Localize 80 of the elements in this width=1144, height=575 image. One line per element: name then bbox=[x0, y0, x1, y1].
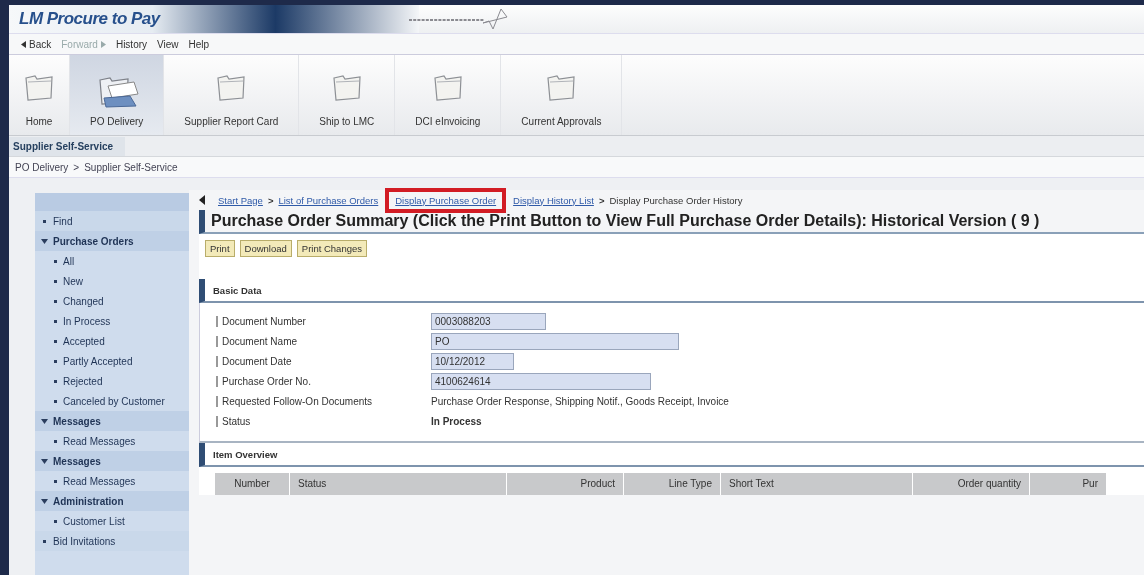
bullet-icon bbox=[53, 298, 58, 304]
section-header: Item Overview bbox=[199, 443, 1144, 467]
nav-tab[interactable]: Ship to LMC bbox=[299, 55, 396, 135]
field-value: Purchase Order Response, Shipping Notif., Goods Receipt, Invoice bbox=[431, 395, 729, 407]
menu-item[interactable]: History bbox=[115, 38, 148, 50]
folder-icon bbox=[545, 72, 578, 102]
expanded-triangle-icon bbox=[41, 458, 48, 464]
sidebar-subitem[interactable]: Customer List bbox=[35, 511, 189, 531]
action-button[interactable]: Download bbox=[239, 240, 292, 257]
input-field[interactable]: 0003088203 bbox=[431, 312, 546, 330]
crumb-separator: > bbox=[598, 194, 605, 206]
app-title: LM Procure to Pay bbox=[19, 9, 160, 29]
column-header[interactable]: Pur bbox=[1030, 473, 1107, 495]
bullet-icon bbox=[53, 518, 58, 524]
field-label: Requested Follow-On Documents bbox=[216, 395, 431, 407]
action-button[interactable]: Print bbox=[205, 240, 235, 257]
sidebar-subitem[interactable]: Accepted bbox=[35, 331, 189, 351]
path-link[interactable]: PO Delivery bbox=[15, 161, 69, 173]
column-header[interactable]: Order quantity bbox=[913, 473, 1030, 495]
sidebar-subitem[interactable]: Changed bbox=[35, 291, 189, 311]
sidebar-item[interactable]: Find bbox=[35, 211, 189, 231]
path-separator: > bbox=[73, 161, 80, 173]
sidebar-subitem[interactable]: Canceled by Customer bbox=[35, 391, 189, 411]
bullet-icon bbox=[53, 438, 58, 444]
column-header[interactable]: Status bbox=[290, 473, 507, 495]
breadcrumb-link[interactable]: Display History List bbox=[512, 192, 595, 208]
crumb-separator: > bbox=[267, 194, 274, 206]
input-field[interactable]: 10/12/2012 bbox=[431, 352, 514, 370]
menu-item[interactable]: Help bbox=[188, 38, 210, 50]
path-link[interactable]: Supplier Self-Service bbox=[84, 161, 178, 173]
expanded-triangle-icon bbox=[41, 418, 48, 424]
sidebar-subitem[interactable]: Rejected bbox=[35, 371, 189, 391]
sidebar-item[interactable]: Purchase Orders bbox=[35, 231, 189, 251]
column-header[interactable]: Line Type bbox=[624, 473, 721, 495]
bullet-icon bbox=[53, 358, 58, 364]
nav-tab[interactable]: Supplier Report Card bbox=[164, 55, 300, 135]
sidebar-subitem[interactable]: Partly Accepted bbox=[35, 351, 189, 371]
bullet-icon bbox=[53, 478, 58, 484]
input-field[interactable]: PO bbox=[431, 332, 679, 350]
input-field[interactable]: 4100624614 bbox=[431, 372, 651, 390]
sidebar-subitem[interactable]: Read Messages bbox=[35, 471, 189, 491]
folder-icon bbox=[431, 72, 464, 102]
sidebar-item[interactable]: Messages bbox=[35, 451, 189, 471]
nav-tab[interactable]: DCI eInvoicing bbox=[395, 55, 502, 135]
sidebar-subitem[interactable]: New bbox=[35, 271, 189, 291]
sidebar-item[interactable]: Administration bbox=[35, 491, 189, 511]
bullet-icon bbox=[53, 258, 58, 264]
field-value: In Process bbox=[431, 415, 482, 427]
bullet-icon bbox=[53, 318, 58, 324]
section-header: Basic Data bbox=[199, 279, 1144, 303]
expanded-triangle-icon bbox=[41, 498, 48, 504]
back-arrow-icon bbox=[21, 40, 26, 48]
sidebar-subitem[interactable]: In Process bbox=[35, 311, 189, 331]
action-button[interactable]: Print Changes bbox=[296, 240, 367, 257]
field-label: Status bbox=[216, 415, 431, 427]
menu-item[interactable]: Back bbox=[21, 38, 52, 50]
bullet-icon bbox=[53, 398, 58, 404]
menu-item[interactable]: View bbox=[157, 38, 179, 50]
breadcrumb-link[interactable]: List of Purchase Orders bbox=[277, 192, 380, 208]
collapse-icon[interactable] bbox=[199, 195, 205, 205]
sub-tab[interactable]: Supplier Self-Service bbox=[9, 136, 126, 156]
column-header[interactable]: Product bbox=[507, 473, 624, 495]
nav-tab[interactable]: PO Delivery bbox=[70, 55, 165, 135]
column-header[interactable]: Short Text bbox=[721, 473, 913, 495]
breadcrumb-link[interactable]: Start Page bbox=[217, 192, 264, 208]
expanded-triangle-icon bbox=[41, 238, 48, 244]
breadcrumb-current: Display Purchase Order History bbox=[608, 193, 744, 208]
folder-icon bbox=[215, 72, 248, 102]
bullet-icon bbox=[53, 338, 58, 344]
sidebar-subitem[interactable]: Read Messages bbox=[35, 431, 189, 451]
column-header[interactable]: Number bbox=[215, 473, 290, 495]
folder-icon bbox=[23, 72, 55, 102]
sidebar-subitem[interactable]: All bbox=[35, 251, 189, 271]
nav-tab[interactable]: Current Approvals bbox=[501, 55, 623, 135]
sidebar-item[interactable]: Messages bbox=[35, 411, 189, 431]
sidebar-item[interactable]: Bid Invitations bbox=[35, 531, 189, 551]
forward-arrow-icon bbox=[100, 40, 106, 48]
bullet-icon bbox=[53, 378, 58, 384]
bullet-icon bbox=[53, 278, 58, 284]
folder-icon bbox=[330, 72, 363, 102]
